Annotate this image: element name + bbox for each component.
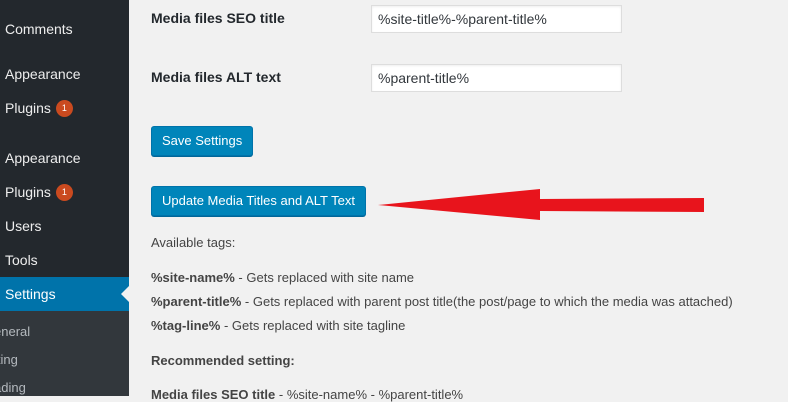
seo-title-input[interactable]	[371, 5, 622, 33]
sidebar-item-label: Plugins	[5, 184, 51, 200]
tag-description: - Gets replaced with site name	[234, 270, 415, 285]
save-settings-button[interactable]: Save Settings	[151, 126, 254, 156]
tag-name: %site-name%	[151, 270, 235, 285]
submenu-item-reading[interactable]: ading	[0, 374, 26, 396]
sidebar-item-label: Appearance	[5, 66, 81, 82]
admin-sidebar: Comments Appearance Plugins 1 Appearance …	[0, 0, 129, 396]
tag-line-parent-title: %parent-title% - Gets replaced with pare…	[151, 294, 733, 309]
tag-name: %tag-line%	[151, 318, 221, 333]
submenu-item-writing[interactable]: iting	[0, 346, 18, 374]
tag-line-tag-line: %tag-line% - Gets replaced with site tag…	[151, 318, 405, 333]
alt-text-label: Media files ALT text	[151, 69, 281, 85]
sidebar-item-label: Plugins	[5, 100, 51, 116]
sidebar-item-label: Comments	[5, 21, 73, 37]
sidebar-item-label: Tools	[5, 252, 38, 268]
tag-description: - Gets replaced with site tagline	[220, 318, 406, 333]
sidebar-item-tools[interactable]: Tools	[0, 243, 129, 277]
tag-name: %parent-title%	[151, 294, 242, 309]
sidebar-item-comments[interactable]: Comments	[0, 12, 129, 46]
settings-submenu: eneral iting ading	[0, 311, 129, 396]
recommended-value: - %site-name% - %parent-title%	[275, 387, 464, 402]
tag-line-site-name: %site-name% - Gets replaced with site na…	[151, 270, 414, 285]
update-count-badge: 1	[55, 99, 73, 117]
recommended-label: Media files SEO title	[151, 387, 276, 402]
sidebar-item-label: Settings	[5, 286, 56, 302]
sidebar-item-users[interactable]: Users	[0, 209, 129, 243]
seo-title-label: Media files SEO title	[151, 10, 285, 26]
sidebar-item-plugins-2[interactable]: Plugins 1	[0, 175, 129, 209]
tag-description: - Gets replaced with parent post title(t…	[241, 294, 733, 309]
sidebar-item-label: Appearance	[5, 150, 81, 166]
submenu-item-general[interactable]: eneral	[0, 318, 30, 346]
alt-text-input[interactable]	[371, 64, 622, 92]
sidebar-item-settings[interactable]: Settings	[0, 277, 129, 311]
available-tags-heading: Available tags:	[151, 235, 236, 250]
update-count-badge: 1	[55, 183, 73, 201]
sidebar-item-appearance[interactable]: Appearance	[0, 57, 129, 91]
sidebar-item-appearance-2[interactable]: Appearance	[0, 141, 129, 175]
recommended-seo-title-line: Media files SEO title - %site-name% - %p…	[151, 387, 463, 402]
red-arrow-icon	[378, 189, 704, 220]
recommended-heading: Recommended setting:	[151, 353, 295, 368]
sidebar-item-label: Users	[5, 218, 42, 234]
update-media-titles-button[interactable]: Update Media Titles and ALT Text	[151, 186, 366, 216]
sidebar-item-plugins[interactable]: Plugins 1	[0, 91, 129, 125]
